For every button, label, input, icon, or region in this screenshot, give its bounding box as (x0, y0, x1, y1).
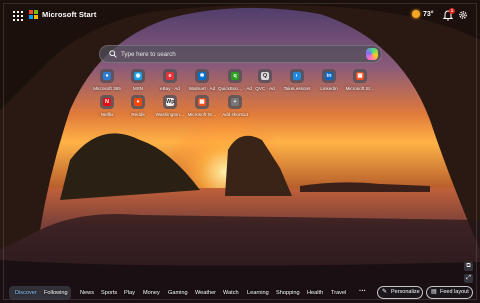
shortcut-label: LinkedIn (320, 86, 338, 91)
shortcut-tile[interactable]: + Add shortcut (218, 95, 252, 125)
notification-badge: 1 (449, 8, 455, 14)
search-icon (109, 50, 117, 58)
category-tab-health[interactable]: Health (307, 290, 323, 296)
shortcut-tile[interactable]: ● Reddit (121, 95, 155, 125)
search-box[interactable] (99, 45, 382, 63)
logo-square-blue (29, 15, 33, 19)
more-categories-button[interactable]: ··· (359, 288, 366, 295)
top-bar: Microsoft Start 73° 1 (0, 0, 480, 32)
walmart-icon: ✱ (195, 69, 209, 83)
tile-glyph: ▦ (356, 72, 364, 80)
weather-widget[interactable]: 73° (412, 10, 434, 18)
washington-post-icon: Wp (163, 95, 177, 109)
copilot-icon[interactable] (366, 48, 378, 60)
tile-glyph: + (231, 98, 239, 106)
tile-glyph: ● (103, 72, 111, 80)
layout-icon: ▤ (431, 289, 437, 295)
temperature: 73° (423, 10, 434, 18)
shortcut-label: Washington… (155, 112, 185, 117)
netflix-icon: N (100, 95, 114, 109)
tile-glyph: in (325, 72, 333, 80)
tile-glyph: ◉ (134, 72, 142, 80)
category-tab-discover[interactable]: Discover (15, 290, 37, 296)
shortcut-label: QVC · Ad (255, 86, 275, 91)
linkedin-icon: in (322, 69, 336, 83)
category-tab-following[interactable]: Following (44, 290, 68, 296)
microsoft-365-icon: ● (100, 69, 114, 83)
reddit-icon: ● (131, 95, 145, 109)
shortcut-label: Reddit (131, 112, 145, 117)
gear-icon[interactable] (458, 10, 468, 20)
shortcut-label: Walmart · Ad (188, 86, 216, 91)
category-tab-money[interactable]: Money (143, 290, 160, 296)
ebay-icon: e (163, 69, 177, 83)
category-tab-weather[interactable]: Weather (195, 290, 216, 296)
category-tab-shopping[interactable]: Shopping (276, 290, 300, 296)
personalize-label: Personalize (391, 289, 420, 295)
logo-square-red (29, 10, 33, 14)
logo-square-green (34, 10, 38, 14)
shortcut-tile[interactable]: in LinkedIn (312, 69, 346, 99)
pencil-icon: ✎ (382, 289, 388, 295)
tile-glyph: Q (261, 72, 269, 80)
shortcut-tile[interactable]: Wp Washington… (153, 95, 187, 125)
feed-layout-button[interactable]: ▤ Feed layout (426, 286, 473, 299)
shortcut-label: Netflix (100, 112, 114, 117)
shortcut-label: MSN (132, 86, 144, 91)
shortcut-tile[interactable]: ▦ Microsoft St… (343, 69, 377, 99)
category-tab-watch[interactable]: Watch (223, 290, 239, 296)
shortcut-tile[interactable]: Q QVC · Ad (248, 69, 282, 99)
shortcut-label: Microsoft St… (345, 86, 375, 91)
plus-icon: + (228, 95, 242, 109)
wallpaper-info-icon[interactable]: ⧉ (464, 262, 473, 271)
brand[interactable]: Microsoft Start (29, 10, 96, 19)
category-tab-play[interactable]: Play (124, 290, 135, 296)
search-input[interactable] (121, 48, 361, 61)
qvc-icon: Q (258, 69, 272, 83)
msn-icon: ◉ (131, 69, 145, 83)
shortcut-label: QuickBoo… · Ad (218, 86, 252, 91)
shortcut-label: Microsoft St… (187, 112, 217, 117)
microsoft-store-icon: ▦ (195, 95, 209, 109)
personalize-button[interactable]: ✎ Personalize (377, 286, 423, 299)
expand-icon[interactable]: ⤢ (464, 274, 473, 283)
shortcut-label: eBay · Ad (160, 86, 180, 91)
tile-glyph: q (231, 72, 239, 80)
tile-glyph: ▦ (198, 98, 206, 106)
category-tab-learning[interactable]: Learning (247, 290, 269, 296)
feed-layout-label: Feed layout (440, 289, 469, 295)
microsoft-store-icon: ▦ (353, 69, 367, 83)
shortcut-tile[interactable]: ▦ Microsoft St… (185, 95, 219, 125)
app-launcher-icon[interactable] (13, 11, 23, 21)
tile-glyph: ✱ (198, 72, 206, 80)
tile-glyph: Wp (166, 98, 175, 106)
tile-glyph: N (103, 98, 111, 106)
shortcut-label: Microsoft 365 (93, 86, 121, 91)
category-tab-travel[interactable]: Travel (331, 290, 346, 296)
shortcut-tile[interactable]: N Netflix (90, 95, 124, 125)
shortcut-label: Add shortcut (222, 112, 248, 117)
brand-name: Microsoft Start (42, 10, 97, 19)
shortcut-label: TakeLessons (283, 86, 311, 91)
tile-glyph: e (166, 72, 174, 80)
takelessons-icon: ◐ (290, 69, 304, 83)
tile-glyph: ● (134, 98, 142, 106)
category-tab-news[interactable]: News (80, 290, 94, 296)
microsoft-logo-icon (29, 10, 38, 19)
tile-glyph: ◐ (293, 72, 301, 80)
sun-icon (412, 10, 420, 18)
shortcut-tile[interactable]: ◐ TakeLessons (280, 69, 314, 99)
category-tab-sports[interactable]: Sports (101, 290, 117, 296)
logo-square-yellow (34, 15, 38, 19)
quickbooks-icon: q (228, 69, 242, 83)
category-tab-gaming[interactable]: Gaming (168, 290, 188, 296)
